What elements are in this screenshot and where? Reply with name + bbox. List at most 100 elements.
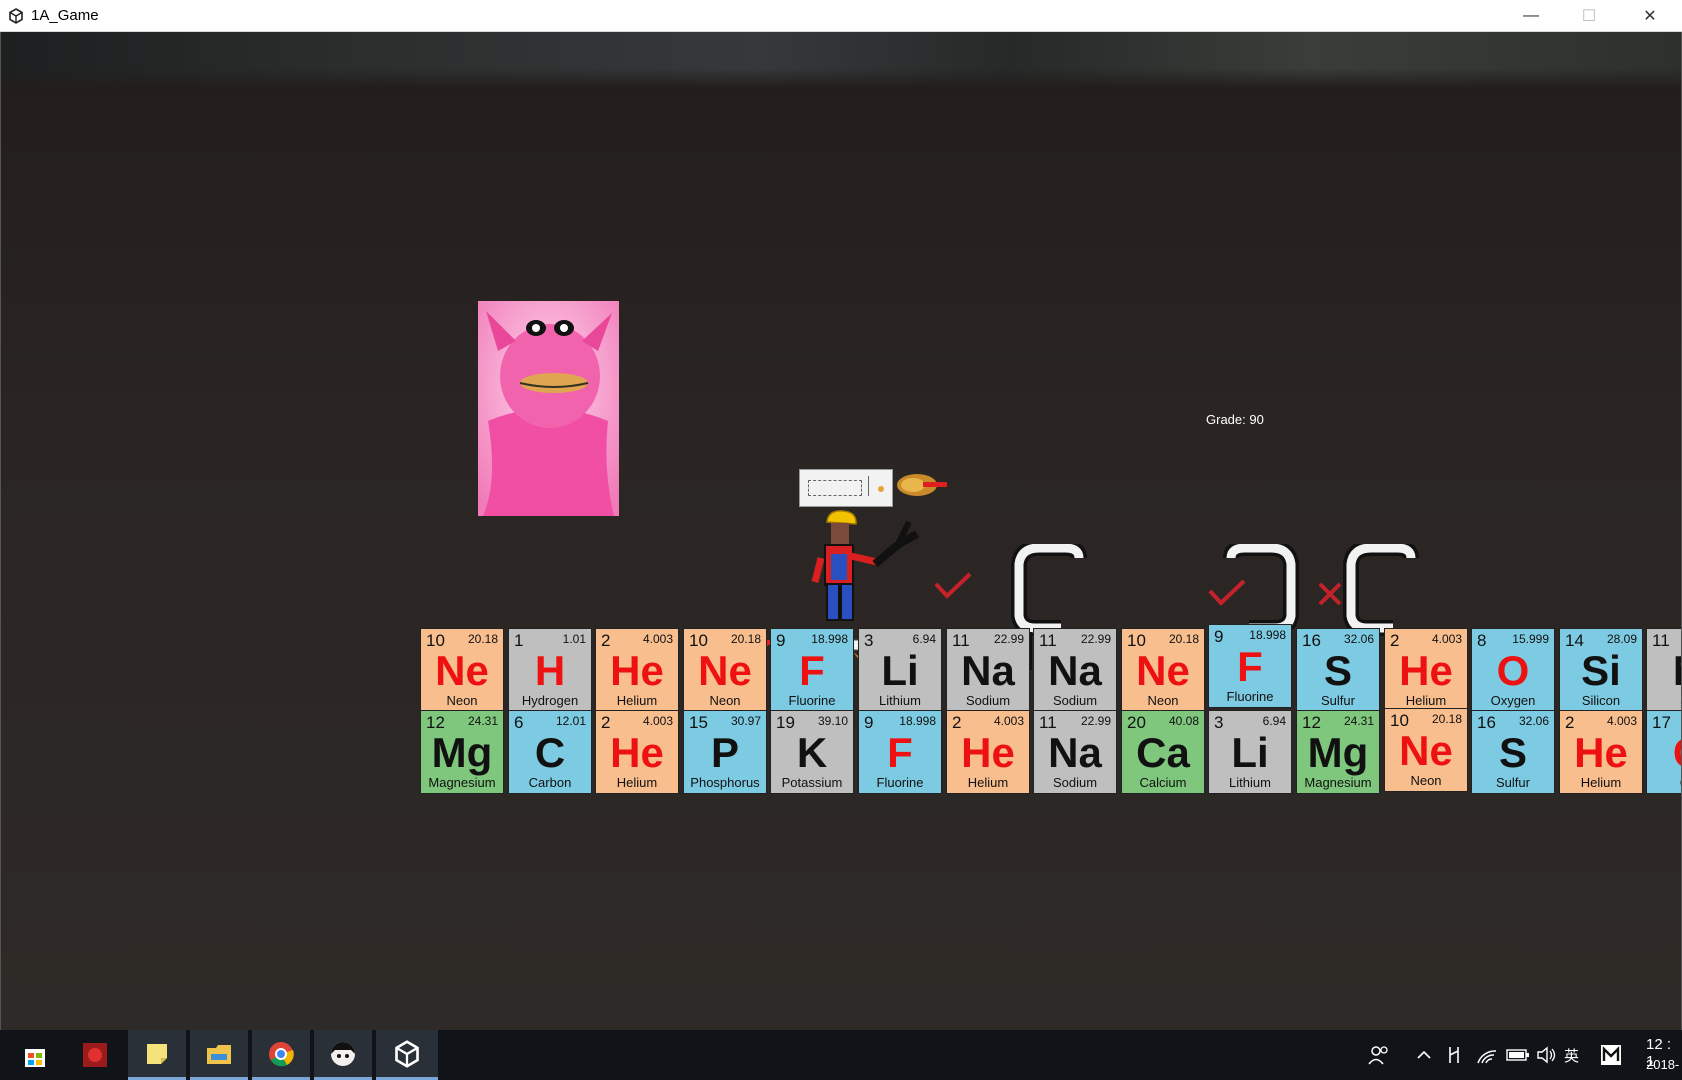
clock[interactable]: 12 : 1 2018-	[1642, 1030, 1682, 1080]
atomic-mass: 40.08	[1168, 714, 1199, 728]
atomic-mass: 30.97	[730, 714, 761, 728]
atomic-mass: 4.003	[642, 632, 673, 646]
element-tile-he[interactable]: 2 4.003 He Helium	[595, 628, 679, 712]
element-tile-h[interactable]: 1 1.01 H Hydrogen	[508, 628, 592, 712]
element-tile-p[interactable]: 15 30.97 P Phosphorus	[683, 710, 767, 794]
people-icon[interactable]	[1368, 1030, 1390, 1080]
element-name: Fluorine	[876, 775, 924, 790]
element-tile-si[interactable]: 14 28.09 Si Silicon	[1559, 628, 1643, 712]
element-tile-he[interactable]: 2 4.003 He Helium	[595, 710, 679, 794]
element-name: Ch	[1647, 775, 1681, 790]
pen-tray-icon[interactable]	[1446, 1030, 1462, 1080]
sticky-notes-icon[interactable]	[128, 1030, 186, 1080]
atomic-mass: 4.003	[1606, 714, 1637, 728]
element-tile-s[interactable]: 16 32.06 S Sulfur	[1471, 710, 1555, 794]
element-name: Helium	[1580, 775, 1622, 790]
element-name: Helium	[616, 693, 658, 708]
window-title: 1A_Game	[31, 7, 99, 24]
cross-mark-icon	[1318, 582, 1342, 606]
check-mark-icon	[934, 572, 972, 599]
atomic-mass: 18.998	[899, 714, 936, 728]
m-app-icon[interactable]	[1600, 1030, 1622, 1080]
atomic-mass: 4.003	[1431, 632, 1462, 646]
element-symbol: F	[1237, 643, 1263, 690]
fireball-icon	[897, 474, 947, 496]
element-tile-ne[interactable]: 10 20.18 Ne Neon	[420, 628, 504, 712]
element-tile-li[interactable]: 3 6.94 Li Lithium	[1208, 710, 1292, 794]
element-name: Silicon	[1581, 693, 1621, 708]
volume-icon[interactable]	[1536, 1030, 1558, 1080]
element-symbol: O	[1496, 647, 1530, 694]
element-tile-k[interactable]: 19 39.10 K Potassium	[770, 710, 854, 794]
element-name: Sodium	[1052, 693, 1098, 708]
element-name: Lithium	[879, 693, 921, 708]
element-symbol: He	[1399, 647, 1453, 694]
element-tile-ne[interactable]: 10 20.18 Ne Neon	[1384, 708, 1468, 792]
atomic-mass: 4.003	[642, 714, 673, 728]
element-tile-o[interactable]: 8 15.999 O Oxygen	[1471, 628, 1555, 712]
element-symbol: Mg	[431, 729, 493, 776]
game-app-icon[interactable]	[66, 1030, 124, 1080]
file-explorer-icon[interactable]	[190, 1030, 248, 1080]
atomic-mass: 6.94	[912, 632, 936, 646]
element-symbol: Mg	[1307, 729, 1369, 776]
element-tile-c[interactable]: 17CCh	[1646, 710, 1681, 794]
wifi-icon[interactable]	[1476, 1030, 1498, 1080]
minimize-button[interactable]: —	[1508, 0, 1554, 32]
element-symbol: K	[796, 729, 828, 776]
atomic-mass: 32.06	[1518, 714, 1549, 728]
element-name: Hydrogen	[521, 693, 579, 708]
element-name: Fluorine	[1226, 689, 1274, 704]
element-symbol: S	[1323, 647, 1352, 694]
battery-icon[interactable]	[1506, 1030, 1530, 1080]
element-tile-n[interactable]: 11NSo	[1646, 628, 1681, 712]
element-tile-li[interactable]: 3 6.94 Li Lithium	[858, 628, 942, 712]
unity-icon[interactable]	[376, 1030, 438, 1080]
element-tile-mg[interactable]: 12 24.31 Mg Magnesium	[1296, 710, 1380, 794]
element-symbol: C	[534, 729, 566, 776]
element-symbol: He	[610, 729, 664, 776]
element-name: Neon	[709, 693, 741, 708]
element-tile-f[interactable]: 9 18.998 F Fluorine	[770, 628, 854, 712]
element-name: Magnesium	[428, 775, 496, 790]
grade-label: Grade: 90	[1206, 412, 1264, 427]
element-name: Fluorine	[788, 693, 836, 708]
maximize-button[interactable]: ☐	[1566, 0, 1612, 32]
element-tile-he[interactable]: 2 4.003 He Helium	[946, 710, 1030, 794]
element-name: Sulfur	[1321, 693, 1355, 708]
anime-avatar-icon[interactable]	[314, 1030, 372, 1080]
chevron-up-icon[interactable]	[1416, 1030, 1432, 1080]
element-tile-ca[interactable]: 20 40.08 Ca Calcium	[1121, 710, 1205, 794]
element-symbol: Ne	[435, 647, 489, 694]
element-tile-ne[interactable]: 10 20.18 Ne Neon	[683, 628, 767, 712]
element-tile-na[interactable]: 11 22.99 Na Sodium	[1033, 710, 1117, 794]
element-tile-f[interactable]: 9 18.998 F Fluorine	[1208, 624, 1292, 708]
element-tile-s[interactable]: 16 32.06 S Sulfur	[1296, 628, 1380, 712]
ime-indicator[interactable]: 英	[1564, 1030, 1579, 1080]
store-icon[interactable]	[6, 1030, 64, 1080]
element-name: Magnesium	[1304, 775, 1372, 790]
atomic-mass: 24.31	[1343, 714, 1374, 728]
pink-monster-image	[478, 301, 619, 516]
element-symbol: C	[1647, 729, 1681, 777]
atomic-mass: 20.18	[467, 632, 498, 646]
element-tile-na[interactable]: 11 22.99 Na Sodium	[1033, 628, 1117, 712]
atomic-mass: 22.99	[1080, 632, 1111, 646]
atomic-mass: 24.31	[467, 714, 498, 728]
clock-date: 2018-	[1646, 1057, 1680, 1072]
element-tile-he[interactable]: 2 4.003 He Helium	[1384, 628, 1468, 712]
element-tile-ne[interactable]: 10 20.18 Ne Neon	[1121, 628, 1205, 712]
element-tile-he[interactable]: 2 4.003 He Helium	[1559, 710, 1643, 794]
close-button[interactable]: ✕	[1627, 0, 1673, 32]
element-tile-na[interactable]: 11 22.99 Na Sodium	[946, 628, 1030, 712]
chrome-icon[interactable]	[252, 1030, 310, 1080]
element-tile-f[interactable]: 9 18.998 F Fluorine	[858, 710, 942, 794]
background-strip	[1, 32, 1681, 88]
element-tile-mg[interactable]: 12 24.31 Mg Magnesium	[420, 710, 504, 794]
taskbar: 英 12 : 1 2018-	[0, 1030, 1682, 1080]
game-viewport[interactable]: Grade: 90 10 20.18 Ne Neon 1 1.01 H Hydr…	[0, 32, 1682, 1030]
unity-logo-icon	[9, 8, 23, 24]
element-tile-c[interactable]: 6 12.01 C Carbon	[508, 710, 592, 794]
element-symbol: Li	[1231, 729, 1269, 776]
element-symbol: F	[887, 729, 913, 776]
